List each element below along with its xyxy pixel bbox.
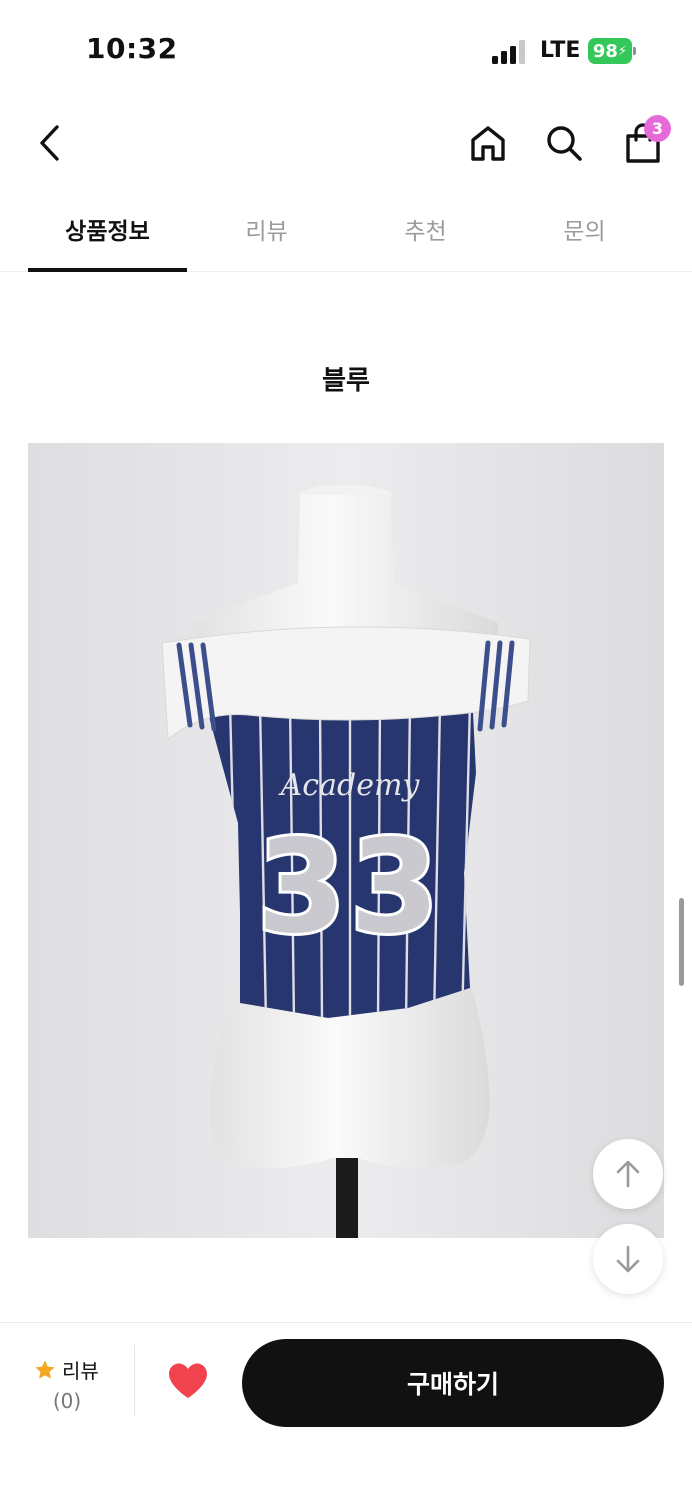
search-button[interactable] <box>540 118 588 168</box>
arrow-up-icon <box>616 1160 640 1188</box>
status-time: 10:32 <box>86 32 178 65</box>
home-button[interactable] <box>464 118 512 168</box>
scroll-indicator[interactable] <box>679 898 684 986</box>
like-button[interactable] <box>164 1359 212 1403</box>
cart-count-badge: 3 <box>644 115 671 142</box>
network-type: LTE <box>540 38 581 63</box>
tab-inquiry[interactable]: 문의 <box>505 196 664 272</box>
tab-reviews[interactable]: 리뷰 <box>187 196 346 272</box>
arrow-down-icon <box>616 1245 640 1273</box>
chevron-left-icon <box>40 125 59 161</box>
tab-product-info[interactable]: 상품정보 <box>28 196 187 272</box>
search-icon <box>547 126 582 161</box>
signal-icon <box>492 40 525 64</box>
scroll-to-top-button[interactable] <box>593 1139 663 1209</box>
bottom-action-bar: 리뷰 (0) 구매하기 <box>0 1322 692 1500</box>
heart-icon <box>169 1363 207 1398</box>
battery-indicator: 98 ⚡ <box>588 38 636 64</box>
scroll-to-bottom-button[interactable] <box>593 1224 663 1294</box>
product-photo: Academy 33 <box>28 443 664 1238</box>
shirt-number: 33 <box>257 813 443 962</box>
star-icon <box>35 1359 55 1379</box>
color-section-title: 블루 <box>322 366 370 396</box>
battery-level: 98 <box>592 40 618 62</box>
home-icon <box>471 126 505 161</box>
review-label: 리뷰 <box>62 1359 99 1383</box>
shirt-script-text: Academy <box>278 768 421 803</box>
product-image: Academy 33 <box>28 443 664 1238</box>
active-tab-indicator <box>28 268 187 272</box>
tab-recommend[interactable]: 추천 <box>346 196 505 272</box>
status-bar: 10:32 LTE 98 ⚡ <box>0 0 692 100</box>
buy-button[interactable]: 구매하기 <box>242 1339 664 1427</box>
review-count: (0) <box>52 1389 82 1413</box>
tab-bar: 상품정보 리뷰 추천 문의 <box>0 196 692 272</box>
back-button[interactable] <box>28 118 72 168</box>
app-header <box>0 100 692 190</box>
review-summary[interactable]: 리뷰 (0) <box>22 1351 134 1421</box>
divider <box>134 1345 135 1417</box>
